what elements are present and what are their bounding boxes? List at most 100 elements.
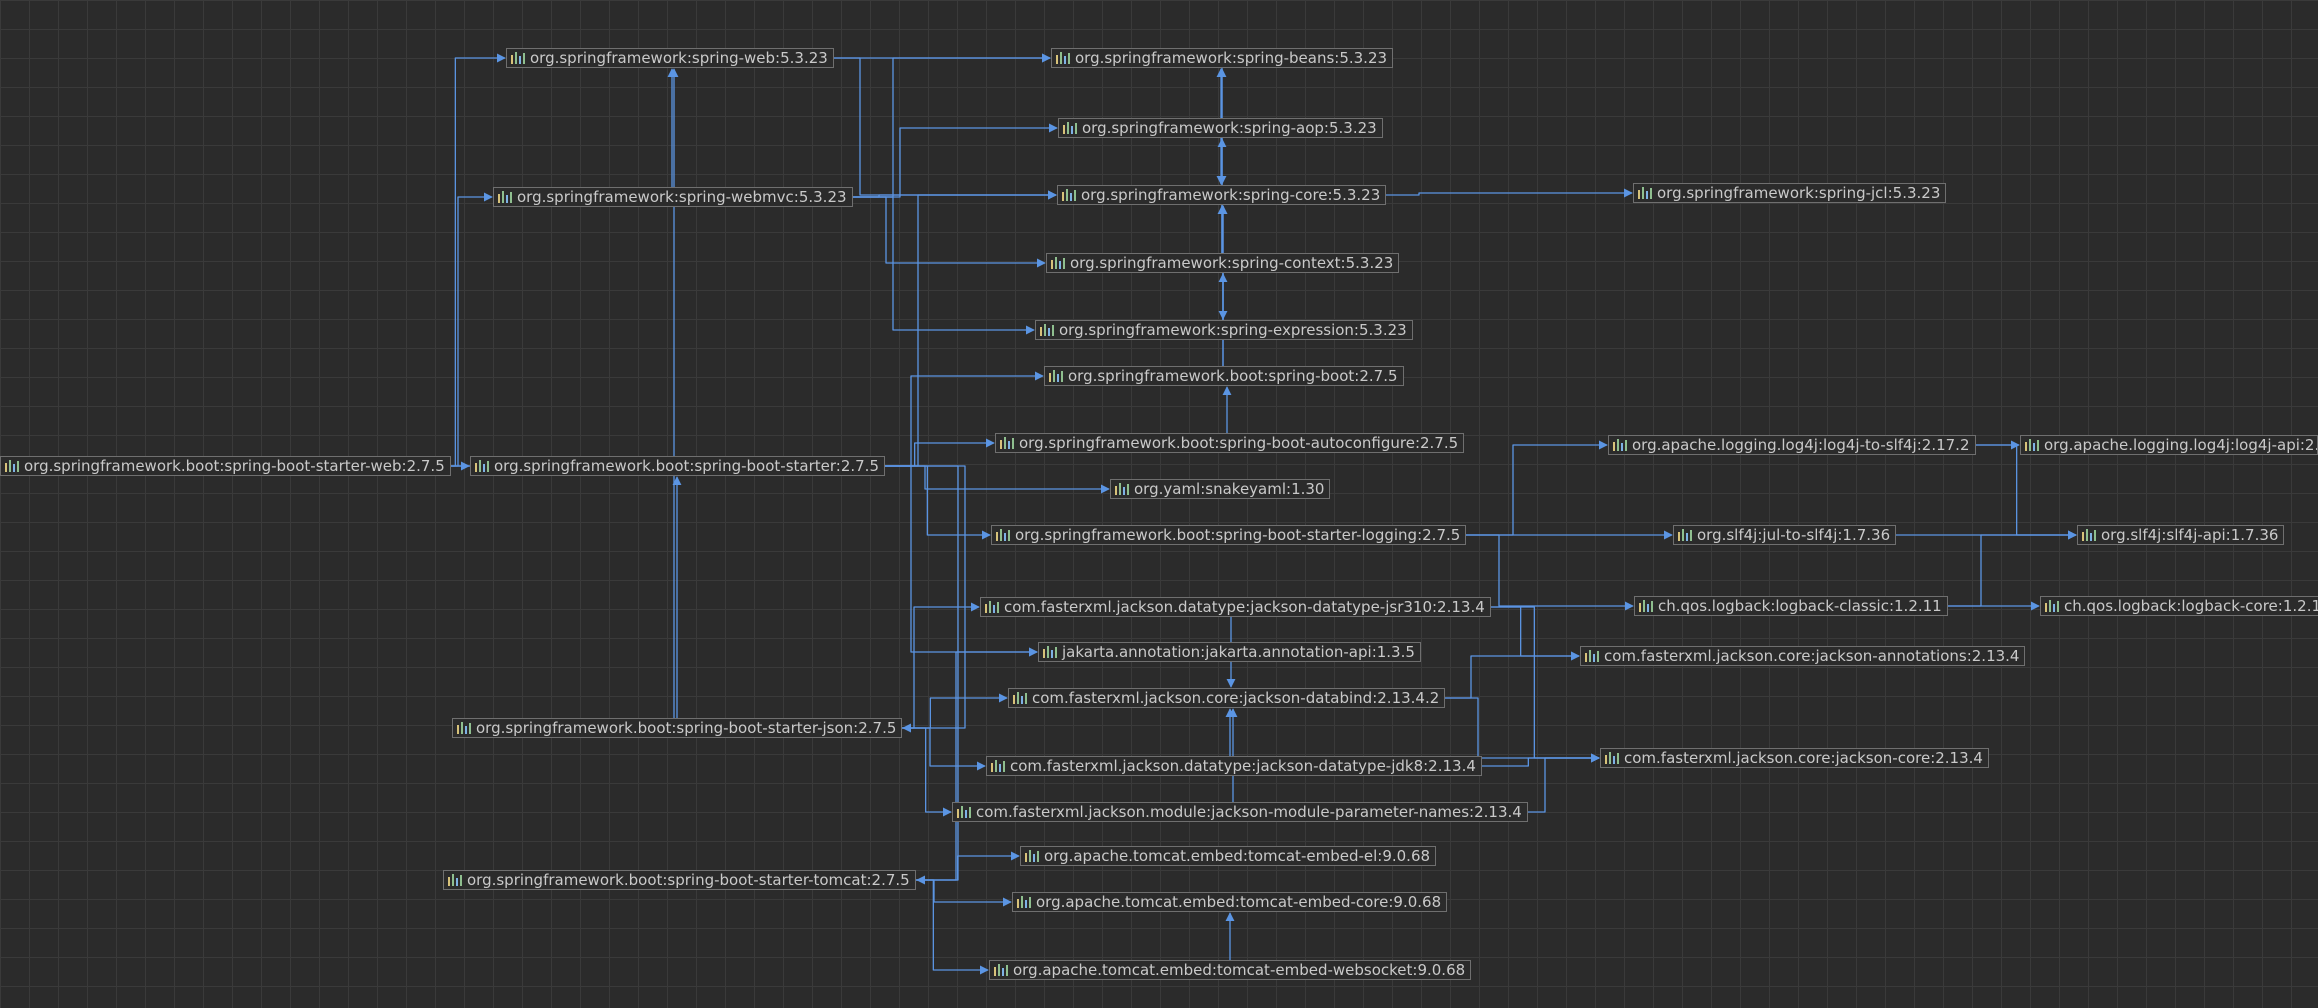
node-spring-web[interactable]: org.springframework:spring-web:5.3.23 bbox=[506, 48, 834, 68]
node-jackson-datatype-jdk8[interactable]: com.fasterxml.jackson.datatype:jackson-d… bbox=[986, 756, 1482, 776]
dependency-edge-starter-json-to-param-names bbox=[902, 727, 952, 817]
library-icon bbox=[1678, 529, 1692, 541]
library-icon bbox=[1056, 52, 1070, 64]
node-label: ch.qos.logback:logback-core:1.2.11 bbox=[2064, 597, 2318, 615]
node-spring-boot[interactable]: org.springframework.boot:spring-boot:2.7… bbox=[1044, 366, 1404, 386]
node-spring-boot-starter-json[interactable]: org.springframework.boot:spring-boot-sta… bbox=[452, 718, 903, 738]
library-icon bbox=[1017, 896, 1031, 908]
node-tomcat-embed-core[interactable]: org.apache.tomcat.embed:tomcat-embed-cor… bbox=[1012, 892, 1448, 912]
node-label: org.slf4j:slf4j-api:1.7.36 bbox=[2101, 526, 2279, 544]
node-spring-boot-starter-tomcat[interactable]: org.springframework.boot:spring-boot-sta… bbox=[443, 870, 916, 890]
dependency-edge-param-names-to-jackson-core bbox=[1528, 753, 1600, 813]
dependency-edge-spring-core-to-spring-jcl bbox=[1386, 188, 1633, 198]
node-label: org.springframework:spring-web:5.3.23 bbox=[530, 49, 828, 67]
node-spring-webmvc[interactable]: org.springframework:spring-webmvc:5.3.23 bbox=[493, 187, 853, 207]
node-jackson-databind[interactable]: com.fasterxml.jackson.core:jackson-datab… bbox=[1008, 688, 1446, 708]
dependency-edge-starter-json-to-jsr310 bbox=[902, 602, 980, 729]
node-label: org.apache.logging.log4j:log4j-to-slf4j:… bbox=[1632, 436, 1970, 454]
node-jul-to-slf4j[interactable]: org.slf4j:jul-to-slf4j:1.7.36 bbox=[1673, 525, 1897, 545]
node-logback-core[interactable]: ch.qos.logback:logback-core:1.2.11 bbox=[2040, 596, 2318, 616]
node-spring-context[interactable]: org.springframework:spring-context:5.3.2… bbox=[1046, 253, 1400, 273]
node-spring-boot-starter[interactable]: org.springframework.boot:spring-boot-sta… bbox=[470, 456, 885, 476]
library-icon bbox=[511, 52, 525, 64]
library-icon bbox=[2025, 439, 2039, 451]
node-label: org.springframework.boot:spring-boot-sta… bbox=[1015, 526, 1461, 544]
node-label: com.fasterxml.jackson.datatype:jackson-d… bbox=[1004, 598, 1485, 616]
dependency-edge-starter-logging-to-logback-classic bbox=[1466, 534, 1634, 611]
dependency-edge-starter-web-to-spring-web bbox=[451, 53, 506, 467]
dependency-edge-boot-starter-to-starter-logging bbox=[885, 465, 991, 540]
node-tomcat-embed-el[interactable]: org.apache.tomcat.embed:tomcat-embed-el:… bbox=[1020, 846, 1437, 866]
node-slf4j-api[interactable]: org.slf4j:slf4j-api:1.7.36 bbox=[2077, 525, 2285, 545]
dependency-edge-spring-webmvc-to-spring-aop bbox=[853, 123, 1058, 198]
node-label: org.springframework:spring-webmvc:5.3.23 bbox=[517, 188, 847, 206]
node-label: org.apache.tomcat.embed:tomcat-embed-cor… bbox=[1036, 893, 1442, 911]
dependency-edge-jsr310-to-jackson-core bbox=[1491, 606, 1600, 763]
library-icon bbox=[1605, 752, 1619, 764]
dependency-edge-jsr310-to-jackson-annotations bbox=[1491, 606, 1580, 661]
dependency-edge-starter-json-to-jdk8 bbox=[902, 727, 986, 771]
library-icon bbox=[1585, 650, 1599, 662]
node-label: jakarta.annotation:jakarta.annotation-ap… bbox=[1062, 643, 1415, 661]
library-icon bbox=[1040, 324, 1054, 336]
node-snakeyaml[interactable]: org.yaml:snakeyaml:1.30 bbox=[1110, 479, 1331, 499]
node-label: org.springframework:spring-beans:5.3.23 bbox=[1075, 49, 1388, 67]
library-icon bbox=[2045, 600, 2059, 612]
library-icon bbox=[1049, 370, 1063, 382]
library-icon bbox=[5, 460, 19, 472]
library-icon bbox=[1025, 850, 1039, 862]
node-label: com.fasterxml.jackson.core:jackson-datab… bbox=[1032, 689, 1440, 707]
node-label: org.springframework:spring-jcl:5.3.23 bbox=[1657, 184, 1941, 202]
node-spring-expression[interactable]: org.springframework:spring-expression:5.… bbox=[1035, 320, 1413, 340]
node-label: org.springframework.boot:spring-boot-sta… bbox=[494, 457, 879, 475]
node-label: org.yaml:snakeyaml:1.30 bbox=[1134, 480, 1325, 498]
node-spring-beans[interactable]: org.springframework:spring-beans:5.3.23 bbox=[1051, 48, 1394, 68]
node-spring-boot-starter-logging[interactable]: org.springframework.boot:spring-boot-sta… bbox=[991, 525, 1467, 545]
node-log4j-api[interactable]: org.apache.logging.log4j:log4j-api:2.17.… bbox=[2020, 435, 2318, 455]
node-label: org.springframework.boot:spring-boot:2.7… bbox=[1068, 367, 1398, 385]
node-label: com.fasterxml.jackson.core:jackson-annot… bbox=[1604, 647, 2020, 665]
library-icon bbox=[2082, 529, 2096, 541]
node-log4j-to-slf4j[interactable]: org.apache.logging.log4j:log4j-to-slf4j:… bbox=[1608, 435, 1976, 455]
dependency-edge-boot-starter-to-annotation-api bbox=[885, 465, 1038, 657]
dependency-edge-boot-starter-to-snakeyaml bbox=[885, 465, 1110, 494]
node-spring-aop[interactable]: org.springframework:spring-aop:5.3.23 bbox=[1058, 118, 1383, 138]
library-icon bbox=[985, 601, 999, 613]
node-label: com.fasterxml.jackson.core:jackson-core:… bbox=[1624, 749, 1983, 767]
node-spring-jcl[interactable]: org.springframework:spring-jcl:5.3.23 bbox=[1633, 183, 1947, 203]
library-icon bbox=[1639, 600, 1653, 612]
dependency-edge-starter-tomcat-to-tomcat-core bbox=[916, 879, 1012, 907]
library-icon bbox=[1043, 646, 1057, 658]
node-spring-core[interactable]: org.springframework:spring-core:5.3.23 bbox=[1057, 185, 1387, 205]
dependency-edge-starter-tomcat-to-tomcat-el bbox=[916, 851, 1020, 881]
dependency-edge-jdk8-to-jackson-core bbox=[1482, 753, 1600, 767]
dependency-edge-starter-web-to-spring-webmvc bbox=[451, 192, 493, 467]
node-label: org.springframework.boot:spring-boot-sta… bbox=[24, 457, 445, 475]
library-icon bbox=[1013, 692, 1027, 704]
node-jackson-datatype-jsr310[interactable]: com.fasterxml.jackson.datatype:jackson-d… bbox=[980, 597, 1491, 617]
library-icon bbox=[1000, 437, 1014, 449]
node-label: com.fasterxml.jackson.module:jackson-mod… bbox=[976, 803, 1522, 821]
dependency-edge-boot-starter-to-autoconfigure bbox=[885, 438, 995, 467]
node-label: org.springframework:spring-core:5.3.23 bbox=[1081, 186, 1381, 204]
node-label: org.springframework:spring-context:5.3.2… bbox=[1070, 254, 1394, 272]
node-label: org.apache.tomcat.embed:tomcat-embed-web… bbox=[1013, 961, 1466, 979]
library-icon bbox=[457, 722, 471, 734]
dependency-edge-starter-tomcat-to-tomcat-websocket bbox=[916, 879, 989, 975]
library-icon bbox=[448, 874, 462, 886]
node-label: org.springframework:spring-expression:5.… bbox=[1059, 321, 1407, 339]
dependency-edge-starter-logging-to-log4j-to-slf4j bbox=[1466, 440, 1608, 536]
node-logback-classic[interactable]: ch.qos.logback:logback-classic:1.2.11 bbox=[1634, 596, 1948, 616]
library-icon bbox=[498, 191, 512, 203]
node-jackson-core[interactable]: com.fasterxml.jackson.core:jackson-core:… bbox=[1600, 748, 1989, 768]
node-tomcat-embed-websocket[interactable]: org.apache.tomcat.embed:tomcat-embed-web… bbox=[989, 960, 1472, 980]
dependency-edge-log4j-to-slf4j-to-slf4j-api bbox=[1976, 444, 2077, 540]
dependency-edge-starter-web-to-starter-json bbox=[451, 465, 966, 733]
node-spring-boot-starter-web[interactable]: org.springframework.boot:spring-boot-sta… bbox=[0, 456, 451, 476]
node-jackson-module-parameter-names[interactable]: com.fasterxml.jackson.module:jackson-mod… bbox=[952, 802, 1528, 822]
dependency-edge-starter-web-to-starter-tomcat bbox=[451, 465, 959, 885]
node-jackson-annotations[interactable]: com.fasterxml.jackson.core:jackson-annot… bbox=[1580, 646, 2026, 666]
node-jakarta-annotation-api[interactable]: jakarta.annotation:jakarta.annotation-ap… bbox=[1038, 642, 1421, 662]
dependency-edge-starter-json-to-databind bbox=[902, 693, 1008, 729]
node-spring-boot-autoconfigure[interactable]: org.springframework.boot:spring-boot-aut… bbox=[995, 433, 1465, 453]
